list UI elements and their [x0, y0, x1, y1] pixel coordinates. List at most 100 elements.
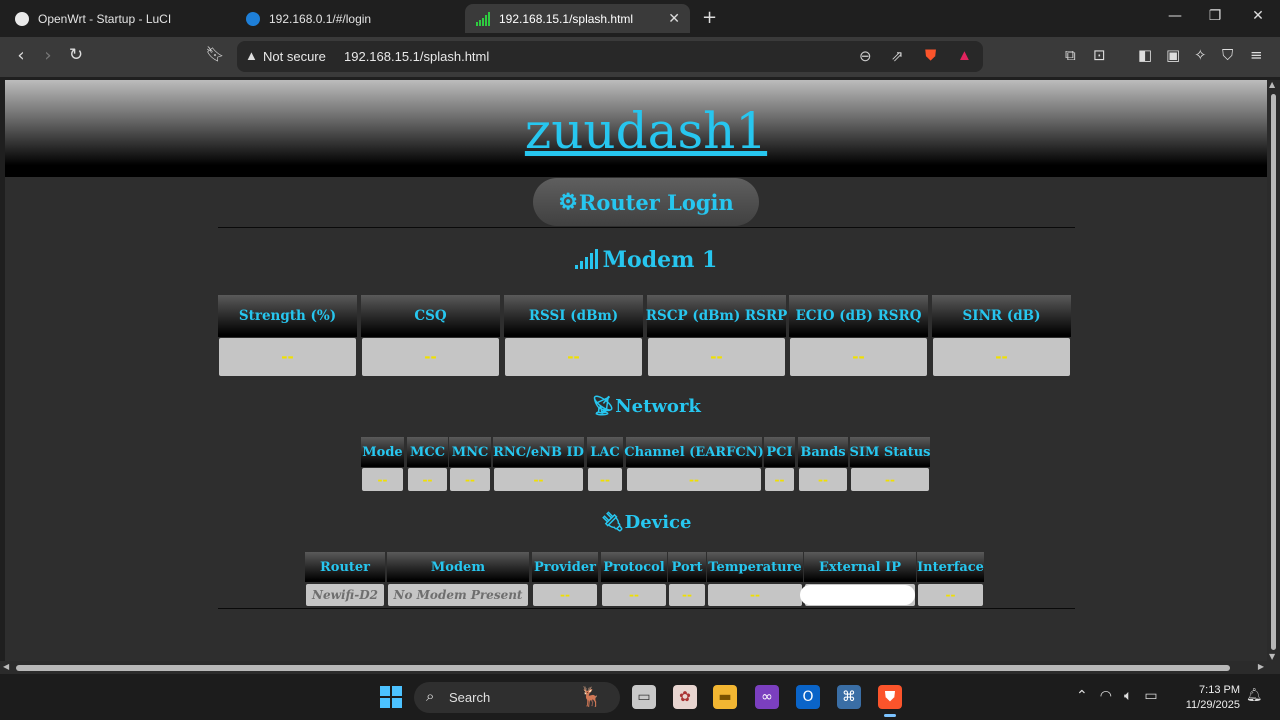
tab-openwrt[interactable]: OpenWrt - Startup - LuCI	[8, 4, 230, 33]
network-section-title: 📡︎Network	[5, 394, 1267, 417]
menu-icon[interactable]: ≡	[1250, 46, 1263, 64]
device-section-title: 🔌︎Device	[5, 510, 1267, 533]
network-value-cell: --	[450, 468, 490, 491]
tab-splash[interactable]: 192.168.15.1/splash.html ✕	[465, 4, 690, 33]
restore-icon[interactable]: ❐	[1205, 8, 1225, 24]
device-value-cell: --	[669, 584, 705, 606]
ai-sparkle-icon[interactable]: ✧	[1194, 46, 1207, 64]
address-bar[interactable]: ▲ Not secure 192.168.15.1/splash.html ⊖ …	[237, 41, 983, 72]
task-view-icon[interactable]: ▭	[632, 685, 656, 709]
time-text: 7:13 PM	[1199, 684, 1240, 696]
wifi-icon[interactable]: ◠	[1100, 688, 1112, 704]
volume-icon[interactable]: 🔈︎	[1124, 688, 1132, 704]
clock[interactable]: 7:13 PM 11/29/2025	[1176, 683, 1240, 713]
wallet-icon[interactable]: ▣	[1166, 46, 1180, 64]
globe-favicon-icon	[246, 11, 260, 26]
modem-value-cell: --	[790, 338, 927, 376]
device-value-cell: Newifi-D2	[306, 584, 384, 606]
security-label[interactable]: Not secure	[263, 49, 326, 64]
brave-rewards-icon[interactable]: ▲	[957, 47, 972, 64]
divider	[218, 227, 1075, 228]
outlook-icon[interactable]: O	[796, 685, 820, 709]
network-value-cell: --	[627, 468, 761, 491]
network-header-cell: RNC/eNB ID	[493, 437, 584, 467]
network-header-cell: MCC	[407, 437, 448, 467]
new-tab-button[interactable]: +	[702, 7, 717, 28]
zoom-icon[interactable]: ⊖	[859, 47, 872, 65]
share-icon[interactable]: ⇗	[891, 47, 904, 65]
scroll-down-icon[interactable]: ▼	[1269, 652, 1275, 661]
tab-title: OpenWrt - Startup - LuCI	[38, 11, 172, 26]
battery-icon[interactable]: ▭	[1144, 688, 1157, 704]
search-label: Search	[449, 690, 491, 705]
windows-start-icon[interactable]	[380, 686, 402, 708]
horizontal-scrollbar[interactable]: ◀ ▶	[0, 661, 1280, 674]
app-icon[interactable]: ✿	[673, 685, 697, 709]
router-login-button[interactable]: ⚙ Router Login	[533, 178, 759, 226]
modem-header-cell: SINR (dB)	[932, 295, 1071, 337]
url-text[interactable]: 192.168.15.1/splash.html	[344, 49, 489, 64]
bookmark-icon[interactable]: 🔖︎	[204, 45, 226, 63]
taskbar: ⌕ Search 🦌 ▭ ✿ ▬ ∞ O ⌘ ⛊ ⌃ ◠ 🔈︎ ▭ 7:13 P…	[0, 674, 1280, 720]
modem-header-cell: RSCP (dBm) RSRP	[646, 295, 787, 337]
device-header-cell: Router	[305, 552, 385, 582]
device-header-cell: Protocol	[601, 552, 667, 582]
brave-shields-icon[interactable]: ⛊	[925, 47, 936, 64]
network-value-cell: --	[362, 468, 403, 491]
file-explorer-icon[interactable]: ▬	[713, 685, 737, 709]
minimize-icon[interactable]: —	[1165, 8, 1185, 24]
vpn-icon[interactable]: ⛉	[1222, 46, 1233, 64]
system-tray: ⌃ ◠ 🔈︎ ▭	[1076, 688, 1158, 704]
device-value-cell: --	[918, 584, 983, 606]
gear-icon: ⚙	[558, 189, 578, 215]
forward-icon[interactable]: ›	[37, 45, 59, 66]
modem-value-cell: --	[933, 338, 1070, 376]
modem-header-cell: RSSI (dBm)	[504, 295, 643, 337]
device-header-cell: Port	[668, 552, 706, 582]
network-value-cell: --	[851, 468, 929, 491]
site-title-link[interactable]: zuudash1	[5, 102, 1267, 160]
network-value-cell: --	[588, 468, 622, 491]
notification-bell-icon[interactable]: 🔔︎	[1246, 688, 1263, 703]
chevron-up-icon[interactable]: ⌃	[1076, 688, 1088, 704]
network-header-cell: PCI	[764, 437, 795, 467]
scroll-up-icon[interactable]: ▲	[1269, 80, 1275, 89]
close-window-icon[interactable]: ✕	[1248, 8, 1268, 24]
modem-header-cell: ECIO (dB) RSRQ	[789, 295, 928, 337]
scroll-thumb[interactable]	[16, 665, 1230, 671]
external-ip-redaction	[800, 585, 915, 605]
back-icon[interactable]: ‹	[10, 45, 32, 66]
vertical-scrollbar[interactable]: ▲ ▼	[1267, 80, 1280, 661]
leo-icon[interactable]: ⊡	[1093, 46, 1106, 64]
warning-icon: ▲	[245, 48, 258, 63]
router-login-label: Router Login	[578, 189, 734, 215]
modem-value-cell: --	[505, 338, 642, 376]
brave-browser-icon[interactable]: ⛊	[878, 685, 902, 717]
modem-header-cell: CSQ	[361, 295, 500, 337]
device-value-cell: No Modem Present	[388, 584, 528, 606]
sidebar-icon[interactable]: ◧	[1138, 46, 1152, 64]
network-header-cell: MNC	[449, 437, 491, 467]
extensions-icon[interactable]: ⧉	[1065, 46, 1076, 64]
search-highlight-icon: 🦌	[579, 687, 603, 708]
scroll-right-icon[interactable]: ▶	[1258, 662, 1264, 671]
tab-login[interactable]: 192.168.0.1/#/login	[238, 4, 460, 33]
scroll-left-icon[interactable]: ◀	[3, 662, 9, 671]
network-header-cell: SIM Status	[850, 437, 931, 467]
taskbar-search[interactable]: ⌕ Search 🦌	[414, 682, 620, 713]
device-header-cell: Provider	[532, 552, 598, 582]
scroll-thumb[interactable]	[1271, 94, 1276, 650]
close-tab-icon[interactable]: ✕	[668, 10, 680, 27]
network-app-icon[interactable]: ⌘	[837, 685, 861, 709]
visual-studio-icon[interactable]: ∞	[755, 685, 779, 709]
device-header-cell: Modem	[387, 552, 529, 582]
browser-toolbar: ‹ › ↻ 🔖︎ ▲ Not secure 192.168.15.1/splas…	[0, 37, 1280, 77]
reload-icon[interactable]: ↻	[65, 45, 87, 65]
tab-strip: OpenWrt - Startup - LuCI 192.168.0.1/#/l…	[0, 0, 1280, 37]
network-value-cell: --	[799, 468, 847, 491]
modem-value-cell: --	[648, 338, 785, 376]
broadcast-icon: 📡︎	[591, 395, 616, 417]
search-icon: ⌕	[426, 688, 435, 705]
tab-title: 192.168.15.1/splash.html	[499, 11, 634, 26]
device-value-cell: --	[533, 584, 597, 606]
